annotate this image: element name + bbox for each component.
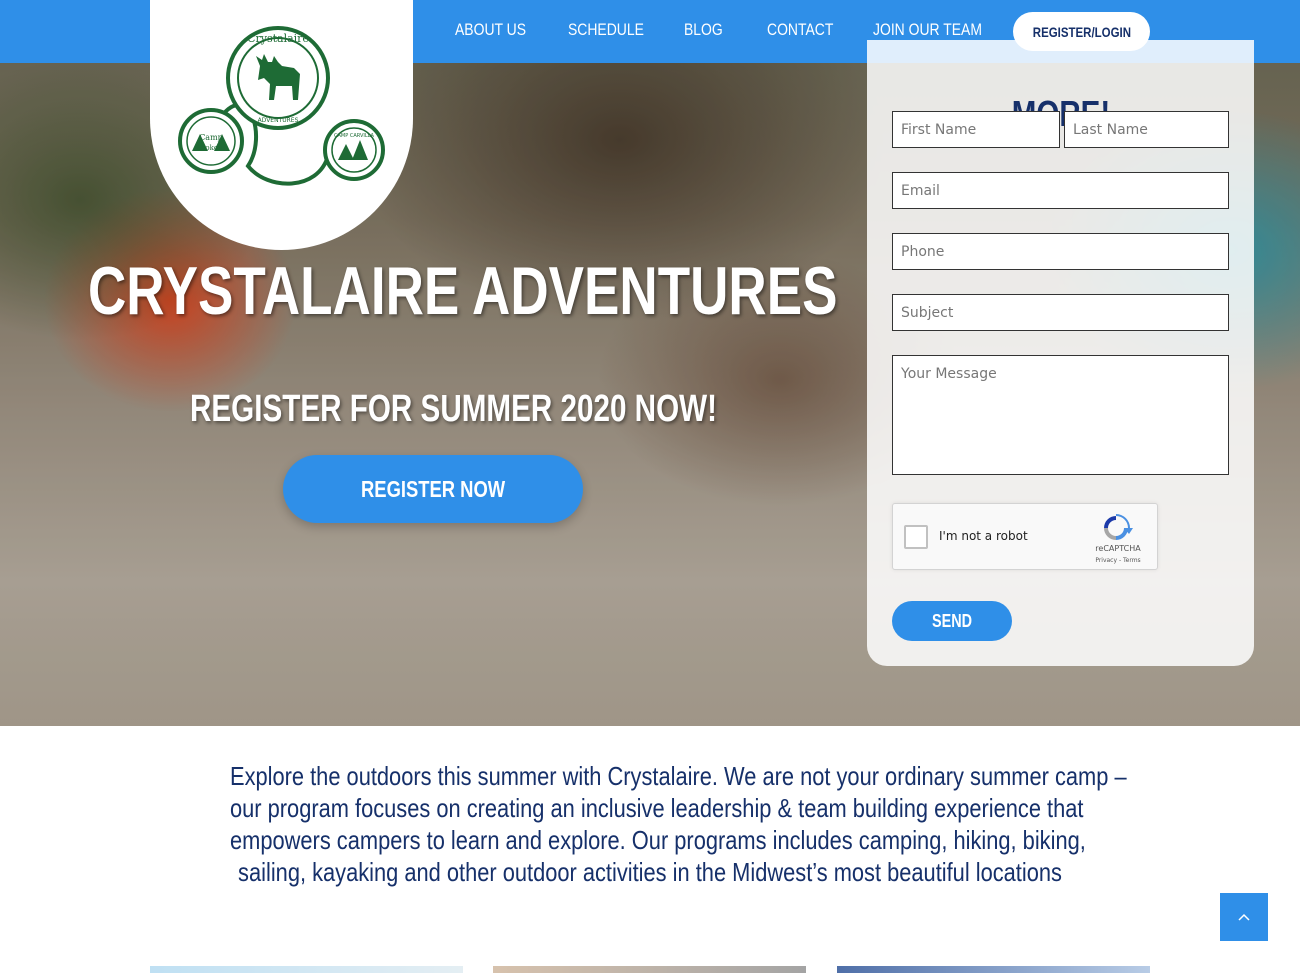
- logo-left-seal-text-2: Lookout: [197, 144, 226, 152]
- intro-line: empowers campers to learn and explore. O…: [230, 825, 1086, 855]
- intro-line: Explore the outdoors this summer with Cr…: [230, 761, 1127, 791]
- intro-line: sailing, kayaking and other outdoor acti…: [238, 857, 1062, 887]
- logo-left-seal-text-1: Camp: [199, 133, 223, 142]
- program-card-image[interactable]: [493, 966, 806, 973]
- send-button[interactable]: SEND: [892, 601, 1012, 641]
- recaptcha-brand: reCAPTCHA: [1095, 544, 1141, 553]
- logo-right-seal-text: CAMP CARVILLA: [334, 133, 375, 139]
- logo-arc-text: ADVENTURES: [258, 117, 299, 124]
- nav-link-blog[interactable]: BLOG: [684, 20, 723, 40]
- last-name-field[interactable]: [1064, 111, 1229, 148]
- first-name-field[interactable]: [892, 111, 1060, 148]
- intro-line: our program focuses on creating an inclu…: [230, 793, 1084, 823]
- nav-link-contact[interactable]: CONTACT: [767, 20, 833, 40]
- nav-link-about-us[interactable]: ABOUT US: [455, 20, 526, 40]
- nav-link-schedule[interactable]: SCHEDULE: [568, 20, 644, 40]
- register-now-button[interactable]: REGISTER NOW: [283, 455, 583, 523]
- hero-subtitle: REGISTER FOR SUMMER 2020 NOW!: [190, 388, 717, 430]
- program-card-image[interactable]: [837, 966, 1150, 973]
- hero-title: CRYSTALAIRE ADVENTURES: [88, 253, 838, 329]
- message-field[interactable]: [892, 355, 1229, 475]
- subject-field[interactable]: [892, 294, 1229, 331]
- phone-field[interactable]: [892, 233, 1229, 270]
- recaptcha-label: I'm not a robot: [939, 529, 1028, 543]
- recaptcha-checkbox[interactable]: [904, 525, 928, 549]
- crystalaire-logo: Crystalaire ADVENTURES Camp Lookout CAMP…: [178, 26, 385, 186]
- logo-top-text: Crystalaire: [247, 32, 309, 45]
- recaptcha-widget: I'm not a robot reCAPTCHA Privacy - Term…: [892, 503, 1158, 570]
- send-label: SEND: [931, 610, 972, 631]
- chevron-up-icon: [1238, 913, 1250, 921]
- recaptcha-icon: [1104, 514, 1133, 540]
- email-field[interactable]: [892, 172, 1229, 209]
- back-to-top-button[interactable]: [1220, 893, 1268, 941]
- recaptcha-terms-link[interactable]: Privacy - Terms: [1081, 557, 1155, 564]
- register-login-label: REGISTER/LOGIN: [1032, 23, 1131, 40]
- program-card-image[interactable]: [150, 966, 463, 973]
- register-now-label: REGISTER NOW: [360, 475, 506, 502]
- intro-paragraph: Explore the outdoors this summer with Cr…: [150, 760, 1150, 888]
- nav-link-join-our-team[interactable]: JOIN OUR TEAM: [873, 20, 982, 40]
